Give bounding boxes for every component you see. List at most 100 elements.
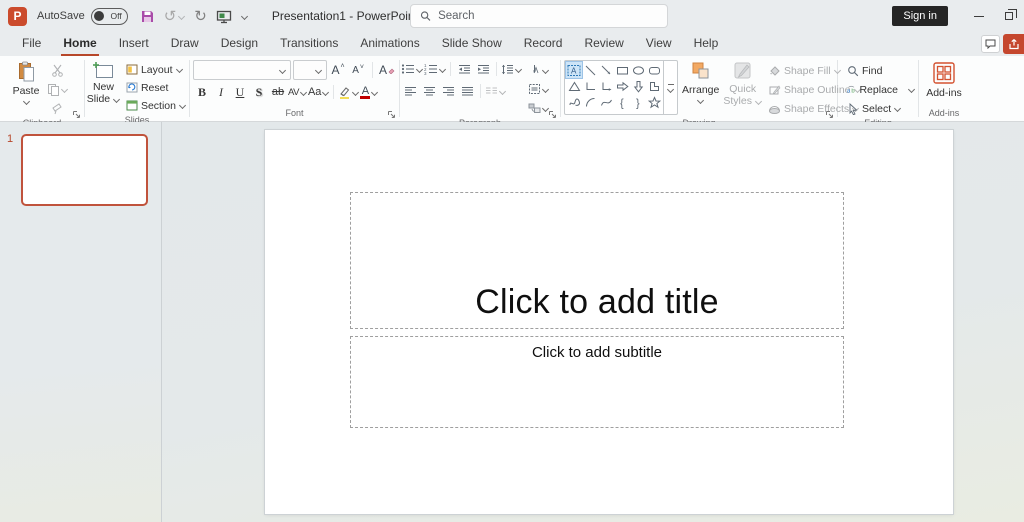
bold-button[interactable]: B bbox=[193, 83, 211, 101]
cut-button[interactable] bbox=[47, 61, 68, 79]
slide-thumbnail[interactable] bbox=[21, 134, 148, 206]
tab-file[interactable]: File bbox=[20, 33, 43, 56]
shape-star[interactable] bbox=[646, 94, 662, 110]
minimize-button[interactable] bbox=[964, 0, 994, 32]
reset-button[interactable]: Reset bbox=[124, 79, 188, 96]
tab-view[interactable]: View bbox=[644, 33, 674, 56]
search-input[interactable] bbox=[438, 10, 658, 22]
comments-button[interactable] bbox=[981, 35, 1000, 53]
clipboard-dialog-launcher[interactable] bbox=[72, 110, 81, 119]
tab-design[interactable]: Design bbox=[219, 33, 260, 56]
shape-arrow[interactable] bbox=[598, 62, 614, 78]
shape-left-brace[interactable]: { bbox=[614, 94, 630, 110]
tab-animations[interactable]: Animations bbox=[358, 33, 421, 56]
shape-curve[interactable] bbox=[598, 94, 614, 110]
increase-font-size-button[interactable]: A˄ bbox=[329, 61, 347, 79]
shape-triangle[interactable] bbox=[566, 78, 582, 94]
tab-home[interactable]: Home bbox=[61, 33, 98, 56]
copy-dropdown-chevron-icon[interactable] bbox=[61, 87, 68, 92]
replace-chevron-icon[interactable] bbox=[908, 87, 915, 92]
search-box[interactable] bbox=[410, 4, 668, 28]
align-right-button[interactable] bbox=[439, 82, 457, 100]
drawing-dialog-launcher[interactable] bbox=[825, 110, 834, 119]
undo-button[interactable]: ↺ bbox=[164, 9, 186, 24]
format-painter-button[interactable] bbox=[47, 99, 68, 117]
shape-rectangle[interactable] bbox=[614, 62, 630, 78]
paste-button[interactable]: Paste bbox=[7, 58, 45, 117]
columns-button[interactable] bbox=[485, 82, 506, 100]
autosave-toggle[interactable]: Off bbox=[91, 8, 128, 25]
tab-slide-show[interactable]: Slide Show bbox=[440, 33, 504, 56]
quick-styles-button[interactable]: Quick Styles bbox=[723, 58, 762, 117]
align-text-button[interactable] bbox=[528, 80, 549, 98]
change-case-button[interactable]: Aa bbox=[308, 83, 329, 101]
numbering-button[interactable]: 1 2 3 bbox=[424, 60, 446, 78]
underline-button[interactable]: U bbox=[231, 83, 249, 101]
strikethrough-button[interactable]: ab bbox=[269, 83, 287, 101]
shape-l-shape[interactable] bbox=[646, 78, 662, 94]
font-size-combo[interactable] bbox=[293, 60, 327, 80]
save-button[interactable] bbox=[140, 9, 155, 24]
italic-button[interactable]: I bbox=[212, 83, 230, 101]
font-family-combo[interactable] bbox=[193, 60, 291, 80]
copy-button[interactable] bbox=[47, 80, 68, 98]
start-slideshow-button[interactable] bbox=[216, 9, 232, 24]
sign-in-button[interactable]: Sign in bbox=[892, 6, 948, 26]
undo-dropdown-chevron-icon[interactable] bbox=[178, 14, 185, 19]
shape-right-arrow[interactable] bbox=[614, 78, 630, 94]
shape-down-arrow[interactable] bbox=[630, 78, 646, 94]
font-dialog-launcher[interactable] bbox=[387, 110, 396, 119]
shape-elbow-connector[interactable] bbox=[582, 78, 598, 94]
tab-transitions[interactable]: Transitions bbox=[278, 33, 340, 56]
shape-line[interactable] bbox=[582, 62, 598, 78]
shape-gallery-more-button[interactable] bbox=[663, 61, 677, 114]
select-button[interactable]: Select bbox=[845, 100, 917, 117]
slide-editing-canvas[interactable]: Click to add title Click to add subtitle bbox=[162, 122, 1024, 522]
tab-help[interactable]: Help bbox=[692, 33, 721, 56]
font-color-button[interactable]: A bbox=[360, 83, 378, 101]
text-direction-button[interactable] bbox=[528, 61, 549, 79]
paste-dropdown-chevron-icon[interactable] bbox=[23, 99, 30, 104]
shape-scribble[interactable] bbox=[566, 94, 582, 110]
character-spacing-button[interactable]: AV bbox=[288, 83, 307, 101]
line-spacing-button[interactable] bbox=[501, 60, 522, 78]
slide-thumbnail-panel[interactable]: 1 bbox=[0, 122, 162, 522]
increase-indent-button[interactable] bbox=[474, 60, 492, 78]
shape-arc[interactable] bbox=[582, 94, 598, 110]
slide-surface[interactable]: Click to add title Click to add subtitle bbox=[265, 130, 953, 514]
text-shadow-button[interactable]: S bbox=[250, 83, 268, 101]
shape-elbow-arrow-connector[interactable] bbox=[598, 78, 614, 94]
subtitle-placeholder[interactable]: Click to add subtitle bbox=[350, 336, 844, 428]
shape-oval[interactable] bbox=[630, 62, 646, 78]
shape-rounded-rectangle[interactable] bbox=[646, 62, 662, 78]
tab-review[interactable]: Review bbox=[582, 33, 625, 56]
clear-formatting-button[interactable]: A bbox=[378, 61, 396, 79]
align-center-button[interactable] bbox=[420, 82, 438, 100]
tab-record[interactable]: Record bbox=[522, 33, 565, 56]
shape-right-brace[interactable]: } bbox=[630, 94, 646, 110]
convert-to-smartart-button[interactable] bbox=[528, 99, 549, 117]
section-button[interactable]: Section bbox=[124, 97, 188, 114]
addins-button[interactable]: Add-ins bbox=[921, 58, 967, 107]
tab-draw[interactable]: Draw bbox=[169, 33, 201, 56]
decrease-font-size-button[interactable]: A˅ bbox=[349, 61, 367, 79]
decrease-indent-button[interactable] bbox=[455, 60, 473, 78]
text-highlight-button[interactable] bbox=[338, 83, 359, 101]
powerpoint-logo-icon[interactable]: P bbox=[8, 7, 27, 26]
layout-button[interactable]: Layout bbox=[124, 61, 188, 78]
customize-qat-button[interactable] bbox=[241, 14, 248, 19]
paragraph-dialog-launcher[interactable] bbox=[548, 110, 557, 119]
shape-textbox[interactable]: A bbox=[566, 62, 582, 78]
tab-insert[interactable]: Insert bbox=[117, 33, 151, 56]
bullets-button[interactable] bbox=[401, 60, 423, 78]
replace-button[interactable]: a b Replace bbox=[845, 81, 917, 98]
new-slide-button[interactable]: New Slide bbox=[86, 58, 121, 114]
arrange-button[interactable]: Arrange bbox=[682, 58, 719, 117]
title-placeholder[interactable]: Click to add title bbox=[350, 192, 844, 329]
align-left-button[interactable] bbox=[401, 82, 419, 100]
find-button[interactable]: Find bbox=[845, 62, 917, 79]
justify-button[interactable] bbox=[458, 82, 476, 100]
redo-button[interactable]: ↻ bbox=[194, 9, 207, 24]
share-button[interactable] bbox=[1003, 34, 1024, 54]
restore-button[interactable] bbox=[994, 0, 1024, 32]
